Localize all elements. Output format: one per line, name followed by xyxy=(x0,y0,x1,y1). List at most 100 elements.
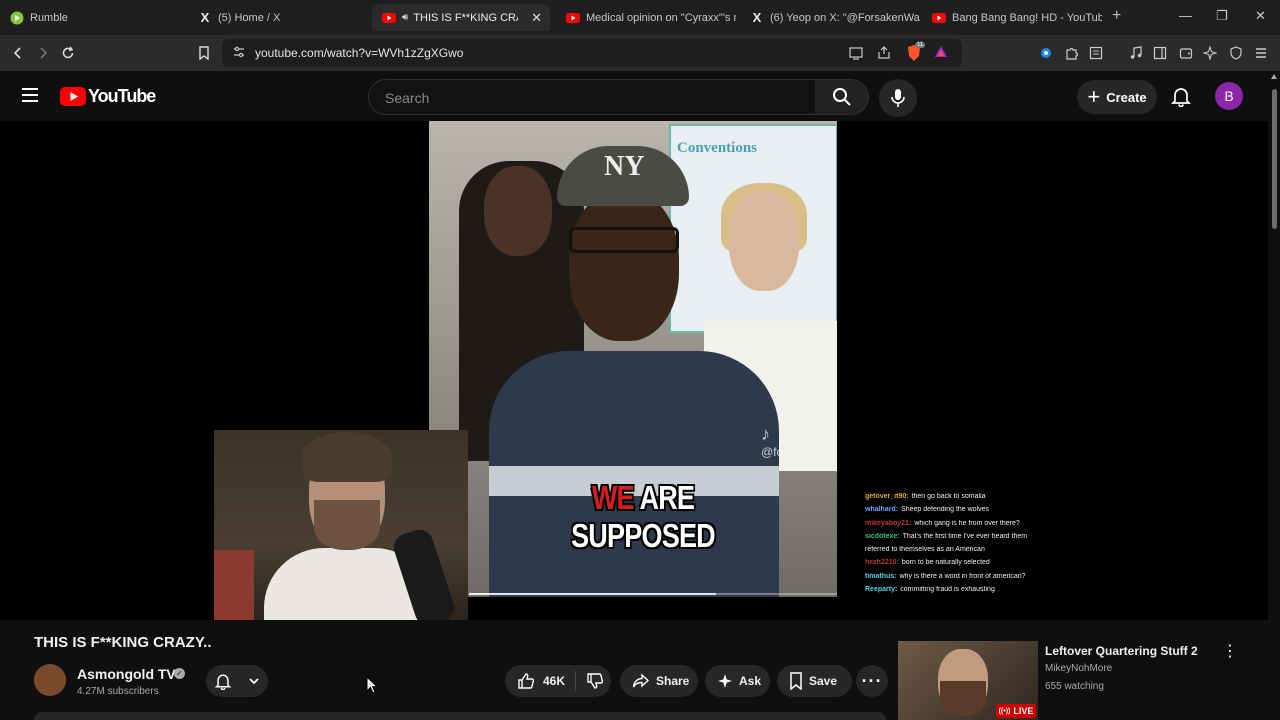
new-tab-button[interactable]: + xyxy=(1112,7,1121,25)
url-text: youtube.com/watch?v=WVh1zZgXGwo xyxy=(255,46,464,60)
like-divider xyxy=(575,671,577,691)
chevron-down-icon xyxy=(249,678,259,685)
watermark-text: @fo xyxy=(761,445,784,459)
restore-button[interactable]: ❐ xyxy=(1216,8,1228,24)
close-window-button[interactable]: ✕ xyxy=(1255,8,1266,24)
bell-icon xyxy=(214,674,232,690)
wallet-icon[interactable] xyxy=(1178,45,1194,61)
close-tab-icon[interactable]: ✕ xyxy=(531,10,542,26)
youtube-icon xyxy=(566,11,580,25)
tab-x-home[interactable]: X (5) Home / X xyxy=(188,4,368,31)
tab-medical-opinion[interactable]: Medical opinion on "Cyraxx"'s m xyxy=(556,4,736,31)
channel-name[interactable]: Asmongold TV xyxy=(77,666,176,682)
like-count: 46K xyxy=(543,674,566,688)
search-icon xyxy=(832,88,851,106)
browser-tab-bar: Rumble X (5) Home / X 🔊︎ THIS IS F**KING… xyxy=(0,0,1280,35)
extensions-puzzle-icon[interactable] xyxy=(1064,45,1080,61)
create-button[interactable]: + Create xyxy=(1077,80,1157,114)
chat-message: Reeparty: committing fraud is exhausting xyxy=(865,586,1049,594)
tab-x-yeop[interactable]: X (6) Yeop on X: "@ForsakenWan xyxy=(740,4,920,31)
video-player[interactable]: Conventions NY ♪ @fo WE ARE SUPPOSED geto… xyxy=(0,121,1268,620)
tab-title: THIS IS F**KING CRAZY.. xyxy=(413,11,518,24)
ask-button[interactable]: Ask xyxy=(705,665,770,697)
ask-label: Ask xyxy=(739,674,762,688)
media-controls-icon[interactable] xyxy=(1128,45,1144,61)
save-bookmark-icon xyxy=(789,672,803,690)
scroll-up-icon[interactable] xyxy=(1271,74,1277,79)
address-bar[interactable]: youtube.com/watch?v=WVh1zZgXGwo 11 xyxy=(222,39,962,67)
vertical-more-icon[interactable]: ⋮ xyxy=(1222,644,1238,662)
chat-text: Sheep defending the wolves xyxy=(901,506,990,514)
search-box[interactable] xyxy=(368,79,816,115)
chat-message: getover_it90: then go back to somalia xyxy=(865,493,1049,501)
page-scrollbar[interactable] xyxy=(1268,71,1280,720)
dislike-button[interactable] xyxy=(586,672,604,690)
webcam-background-object xyxy=(214,550,254,620)
person-left-head xyxy=(484,166,552,256)
forward-button[interactable] xyxy=(34,44,52,62)
notifications-bell-icon[interactable] xyxy=(1170,85,1192,108)
cast-icon[interactable] xyxy=(849,46,863,65)
youtube-logo-text: YouTube xyxy=(88,86,156,106)
share-page-icon[interactable] xyxy=(877,46,891,65)
channel-avatar[interactable] xyxy=(34,664,66,696)
chat-text: committing fraud is exhausting xyxy=(900,586,995,594)
like-button[interactable]: 46K xyxy=(517,672,575,690)
chat-text: which gang is he from over there? xyxy=(914,519,1020,527)
x-icon: X xyxy=(200,10,210,25)
chat-message: sicdotexe: That's the first time I've eve… xyxy=(865,533,1049,541)
bookmark-icon[interactable] xyxy=(195,44,213,62)
subscribed-notifications-button[interactable] xyxy=(206,665,268,697)
save-button[interactable]: Save xyxy=(777,665,852,697)
search-button[interactable] xyxy=(815,79,869,115)
youtube-icon xyxy=(932,11,946,25)
tab-youtube-active[interactable]: 🔊︎ THIS IS F**KING CRAZY.. ✕ xyxy=(372,4,550,31)
share-button[interactable]: Share xyxy=(620,665,698,697)
chat-username: mikeyaboy21: xyxy=(865,519,912,527)
up-next-channel[interactable]: MikeyNohMore xyxy=(1045,663,1112,674)
create-label: Create xyxy=(1106,89,1147,105)
scrollbar-thumb[interactable] xyxy=(1272,89,1277,229)
tab-title: Rumble xyxy=(30,11,68,24)
back-button[interactable] xyxy=(9,44,27,62)
search-input[interactable] xyxy=(383,89,807,107)
browser-toolbar: youtube.com/watch?v=WVh1zZgXGwo 11 xyxy=(0,35,1280,71)
reload-button[interactable] xyxy=(59,44,77,62)
speaker-head xyxy=(569,191,679,341)
youtube-icon xyxy=(382,11,396,25)
sidebar-toggle-icon[interactable] xyxy=(1152,45,1168,61)
chat-username: Reeparty: xyxy=(865,586,898,594)
chat-message: whalhard: Sheep defending the wolves xyxy=(865,506,1049,514)
leo-ai-icon[interactable] xyxy=(1202,45,1218,61)
vpn-icon[interactable] xyxy=(1228,45,1244,61)
menu-icon[interactable] xyxy=(1253,45,1269,61)
youtube-logo[interactable]: YouTube xyxy=(60,86,156,107)
more-actions-button[interactable]: ··· xyxy=(856,665,888,697)
extension-blue-icon[interactable] xyxy=(1038,45,1054,61)
youtube-logo-icon xyxy=(60,87,86,106)
chat-username: whalhard: xyxy=(865,506,899,514)
tab-bang-bang[interactable]: Bang Bang Bang! HD - YouTube xyxy=(922,4,1102,31)
chat-username: sicdotexe: xyxy=(865,532,900,540)
brave-badge: 11 xyxy=(915,42,926,48)
guide-menu-icon[interactable] xyxy=(20,86,40,109)
tab-rumble[interactable]: Rumble xyxy=(0,4,185,31)
voice-search-button[interactable] xyxy=(879,79,917,117)
video-title: THIS IS F**KING CRAZY.. xyxy=(34,634,212,651)
minimize-button[interactable]: — xyxy=(1179,8,1192,23)
video-progress-bar[interactable] xyxy=(469,593,837,595)
chat-text: why is there a word in front of american… xyxy=(899,572,1026,580)
brave-shields-icon[interactable]: 11 xyxy=(906,42,926,67)
description-box-edge xyxy=(34,712,886,720)
ny-logo: NY xyxy=(604,151,645,182)
video-caption: WE ARE SUPPOSED xyxy=(545,479,742,555)
chat-message: timathus: why is there a word in front of… xyxy=(865,573,1049,581)
account-avatar[interactable]: B xyxy=(1215,82,1243,110)
rumble-icon xyxy=(10,11,24,25)
reader-mode-icon[interactable] xyxy=(1088,45,1104,61)
site-info-icon[interactable] xyxy=(232,45,246,64)
audio-playing-icon[interactable]: 🔊︎ xyxy=(402,12,408,23)
up-next-title[interactable]: Leftover Quartering Stuff 2 xyxy=(1045,644,1198,658)
brave-rewards-icon[interactable] xyxy=(934,45,948,64)
thumbs-up-icon xyxy=(518,673,535,689)
